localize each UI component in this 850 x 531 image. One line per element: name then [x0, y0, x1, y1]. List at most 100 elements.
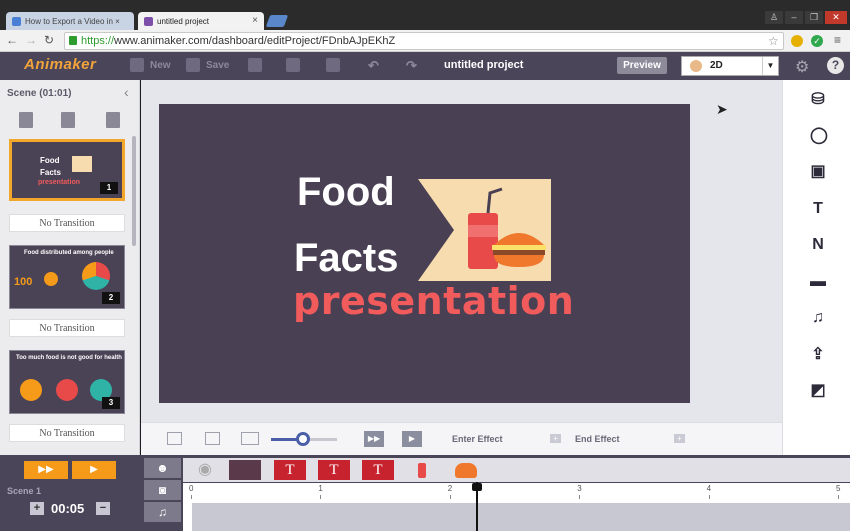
scene-number: 2 — [102, 292, 120, 304]
food-banner-graphic[interactable] — [418, 179, 551, 281]
scene-scrollbar[interactable] — [132, 136, 136, 246]
close-tab-icon[interactable]: × — [252, 15, 258, 26]
thumb-line: presentation — [38, 179, 81, 186]
cut-button[interactable] — [248, 58, 268, 72]
restore-icon[interactable]: ❐ — [805, 11, 823, 24]
thumb-line: 100 — [14, 276, 33, 288]
canvas-title-line-2[interactable]: Facts — [294, 238, 399, 278]
timeline-tick-label: 1 — [318, 484, 323, 493]
url-path: www.animaker.com/dashboard/editProject/F… — [114, 35, 396, 47]
play-scene-button[interactable]: ▶▶ — [364, 431, 384, 447]
check-extension-icon[interactable]: ✓ — [811, 35, 823, 47]
timeline-scene-label: Scene 1 — [7, 486, 42, 496]
duplicate-scene-icon[interactable] — [61, 112, 75, 128]
user-icon[interactable]: ♙ — [765, 11, 783, 24]
scene-thumbnail-2[interactable]: Food distributed among people 100 2 — [9, 245, 125, 309]
transition-button-3[interactable]: No Transition — [9, 424, 125, 442]
scene-duration[interactable]: 00:05 — [51, 501, 84, 516]
end-effect-add-icon[interactable]: + — [674, 434, 685, 443]
timeline-tick-label: 4 — [706, 484, 712, 493]
zoom-slider-handle[interactable] — [296, 432, 310, 446]
back-icon[interactable]: ← — [6, 33, 18, 47]
url-input[interactable]: https://www.animaker.com/dashboard/editP… — [64, 32, 784, 50]
timeline-item-text[interactable]: T — [362, 460, 394, 480]
bookmark-star-icon[interactable]: ☆ — [768, 34, 779, 48]
app-toolbar: Animaker New Save ↶ ↷ untitled project P… — [0, 52, 850, 80]
enter-effect-add-icon[interactable]: + — [550, 434, 561, 443]
browser-tab-help[interactable]: How to Export a Video in × — [6, 12, 134, 30]
thumb-line: Facts — [40, 168, 61, 177]
settings-gear-icon[interactable]: ⚙ — [795, 57, 809, 77]
redo-button[interactable]: ↷ — [406, 58, 417, 74]
animaker-favicon-icon — [144, 16, 153, 26]
lock-icon — [69, 36, 77, 45]
timeline-item-banner[interactable] — [229, 460, 261, 480]
timeline-item-burger[interactable] — [450, 460, 482, 480]
burger-icon — [455, 463, 477, 478]
end-effect-label[interactable]: End Effect — [575, 434, 620, 444]
reload-icon[interactable]: ↻ — [44, 33, 54, 47]
playhead-handle[interactable] — [472, 483, 482, 491]
play-all-button[interactable]: ▶▶ — [24, 461, 68, 479]
project-title[interactable]: untitled project — [444, 59, 523, 71]
close-window-icon[interactable]: ✕ — [825, 11, 847, 24]
play-button[interactable]: ▶ — [402, 431, 422, 447]
timeline-tick-label: 0 — [189, 484, 194, 493]
increase-duration-button[interactable]: − — [96, 502, 110, 515]
new-tab-button[interactable] — [265, 15, 289, 27]
timeline-scene-lane[interactable] — [192, 503, 850, 531]
new-button[interactable]: New — [130, 58, 171, 72]
play-scene-timeline-button[interactable]: ▶ — [72, 461, 116, 479]
timeline-item-soda[interactable] — [406, 460, 438, 480]
thumb-pie-icon — [56, 379, 78, 401]
minimize-icon[interactable]: – — [785, 11, 803, 24]
canvas-title-line-1[interactable]: Food — [297, 172, 395, 212]
character-icon[interactable]: ⛁ — [810, 92, 826, 108]
copy-button[interactable] — [286, 58, 306, 72]
timeline-item-text[interactable]: T — [274, 460, 306, 480]
scene-panel: Scene (01:01) ‹ Food Facts presentation … — [0, 80, 140, 455]
mode-select[interactable]: 2D ▼ — [681, 56, 779, 76]
transition-button-1[interactable]: No Transition — [9, 214, 125, 232]
browser-tab-project[interactable]: untitled project × — [138, 12, 264, 30]
window-controls: ♙ – ❐ ✕ — [765, 11, 847, 24]
browser-menu-icon[interactable]: ≡ — [834, 33, 841, 47]
timeline-tick — [579, 495, 581, 499]
preview-button[interactable]: Preview — [617, 57, 667, 74]
timeline-ruler[interactable]: 0 1 2 3 4 5 — [183, 483, 850, 531]
number-icon[interactable]: N — [810, 237, 826, 253]
add-scene-icon[interactable] — [19, 112, 33, 128]
extension-icon[interactable] — [791, 35, 803, 47]
timeline-camera-icon[interactable]: ◙ — [144, 480, 181, 500]
undo-icon: ↶ — [368, 58, 379, 73]
undo-button[interactable]: ↶ — [368, 58, 379, 74]
delete-scene-icon[interactable] — [106, 112, 120, 128]
forward-icon[interactable]: → — [25, 33, 37, 47]
property-icon[interactable]: ◯ — [810, 128, 828, 144]
scene-thumbnail-1[interactable]: Food Facts presentation 1 — [9, 139, 125, 201]
save-button[interactable]: Save — [186, 58, 229, 72]
canvas-subtitle[interactable]: presentation — [293, 282, 574, 320]
scene-thumbnail-3[interactable]: Too much food is not good for health 3 — [9, 350, 125, 414]
timeline-visibility-icon[interactable]: ◉ — [189, 460, 221, 480]
timeline: ▶▶ ▶ Scene 1 + 00:05 − ☻ ◙ ♫ ◉ T T T 0 1 2… — [0, 455, 850, 531]
paste-button[interactable] — [326, 58, 346, 72]
background-icon[interactable]: ▬ — [810, 274, 826, 290]
timeline-characters-icon[interactable]: ☻ — [144, 458, 181, 478]
image-icon[interactable]: ▣ — [810, 164, 826, 180]
timeline-item-text[interactable]: T — [318, 460, 350, 480]
transition-button-2[interactable]: No Transition — [9, 319, 125, 337]
help-button[interactable]: ? — [827, 57, 844, 74]
expand-icon[interactable] — [205, 432, 220, 445]
decrease-duration-button[interactable]: + — [30, 502, 44, 515]
grid-icon[interactable] — [241, 432, 259, 445]
transition-icon[interactable]: ◩ — [810, 383, 826, 399]
mode-value: 2D — [710, 60, 723, 71]
text-icon[interactable]: T — [810, 201, 826, 217]
enter-effect-label[interactable]: Enter Effect — [452, 434, 503, 444]
upload-icon[interactable]: ⇪ — [810, 347, 826, 363]
collapse-panel-icon[interactable]: ‹ — [124, 84, 129, 100]
music-icon[interactable]: ♫ — [810, 310, 826, 326]
fit-to-screen-icon[interactable] — [167, 432, 182, 445]
timeline-music-icon[interactable]: ♫ — [144, 502, 181, 522]
